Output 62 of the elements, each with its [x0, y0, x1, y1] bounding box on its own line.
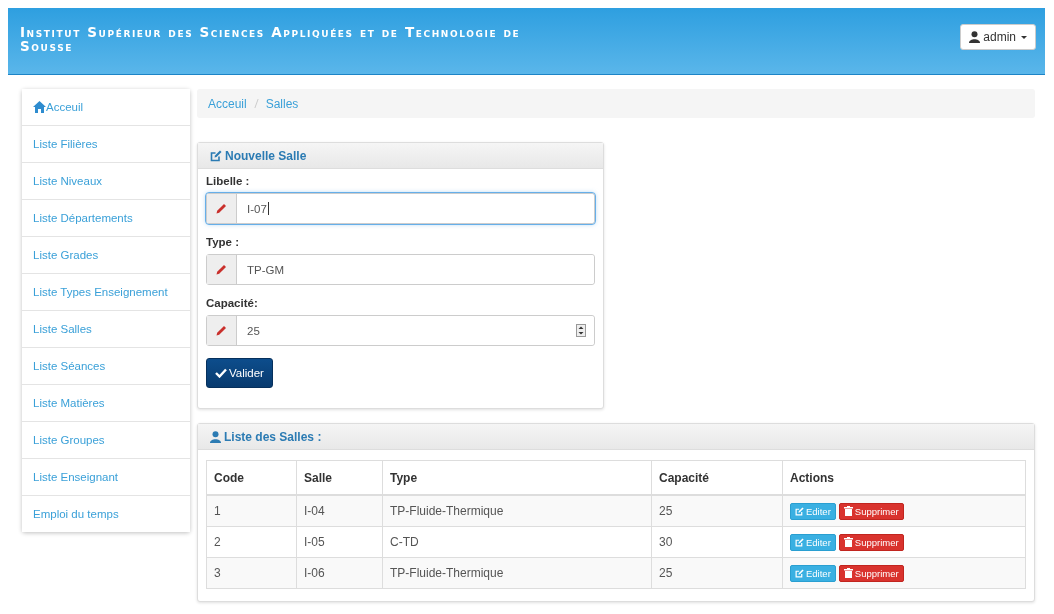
table-cell: TP-Fluide-Thermique [382, 495, 652, 527]
sidebar-item[interactable]: Liste Séances [22, 348, 190, 385]
breadcrumb-link[interactable]: Salles [265, 96, 299, 111]
sidebar-item[interactable]: Liste Enseignant [22, 459, 190, 496]
submit-button[interactable]: Valider [206, 358, 273, 388]
field-value: 25 [247, 324, 260, 337]
delete-button[interactable]: Supprimer [838, 533, 904, 551]
sidebar-item[interactable]: Acceuil [22, 89, 190, 126]
sidebar-item[interactable]: Liste Matières [22, 385, 190, 422]
site-title: Institut Supérieur des Sciences Appliquées et de Technologie de Sousse [20, 25, 522, 53]
field-label: Type : [206, 236, 240, 248]
table-cell: 1 [206, 495, 297, 527]
spinner-icon[interactable] [576, 324, 586, 337]
pencil-icon [216, 203, 227, 214]
breadcrumb-link[interactable]: Acceuil [208, 96, 247, 111]
trash-icon [843, 537, 853, 547]
sidebar-item[interactable]: Liste Filières [22, 126, 190, 163]
table-cell: 30 [651, 526, 783, 558]
pencil-icon [216, 264, 227, 275]
sidebar-item[interactable]: Liste Départements [22, 200, 190, 237]
pencil-icon [216, 325, 227, 336]
sidebar-item[interactable]: Liste Groupes [22, 422, 190, 459]
user-icon [210, 430, 221, 443]
sidebar-item[interactable]: Liste Salles [22, 311, 190, 348]
edit-icon [795, 537, 804, 547]
delete-button[interactable]: Supprimer [838, 502, 904, 520]
field-value: I-07 [247, 202, 267, 215]
field-value: TP-GM [247, 263, 285, 276]
sidebar-item[interactable]: Emploi du temps [22, 496, 190, 532]
field-label: Capacité: [206, 297, 259, 309]
table-cell: 3 [206, 557, 297, 589]
edit-icon [795, 506, 804, 516]
edit-button[interactable]: Editer [790, 533, 836, 551]
sidebar-item[interactable]: Liste Types Enseignement [22, 274, 190, 311]
edit-button[interactable]: Editer [790, 564, 836, 582]
input-field[interactable]: I-07 [206, 193, 595, 224]
field-label: Libelle : [206, 175, 251, 187]
input-field[interactable]: 25 [206, 315, 595, 346]
sidebar-item[interactable]: Liste Niveaux [22, 163, 190, 200]
edit-icon [795, 568, 804, 578]
edit-icon [210, 149, 222, 162]
delete-button[interactable]: Supprimer [838, 564, 904, 582]
caret-icon [1021, 35, 1027, 39]
panel-title: Nouvelle Salle [225, 148, 307, 163]
trash-icon [843, 506, 853, 516]
table-cell: 25 [651, 557, 783, 589]
user-icon [969, 31, 981, 43]
table-cell: I-06 [296, 557, 383, 589]
panel-title: Liste des Salles : [224, 429, 322, 444]
user-menu-button[interactable]: admin [960, 24, 1036, 50]
sidebar-item[interactable]: Liste Grades [22, 237, 190, 274]
home-icon [33, 101, 46, 113]
check-icon [215, 368, 227, 378]
trash-icon [843, 568, 853, 578]
table-cell: I-04 [296, 495, 383, 527]
table-cell: I-05 [296, 526, 383, 558]
input-field[interactable]: TP-GM [206, 254, 595, 285]
table-cell: TP-Fluide-Thermique [382, 557, 652, 589]
table-cell: 2 [206, 526, 297, 558]
table-cell: C-TD [382, 526, 652, 558]
table-cell: 25 [651, 495, 783, 527]
edit-button[interactable]: Editer [790, 502, 836, 520]
